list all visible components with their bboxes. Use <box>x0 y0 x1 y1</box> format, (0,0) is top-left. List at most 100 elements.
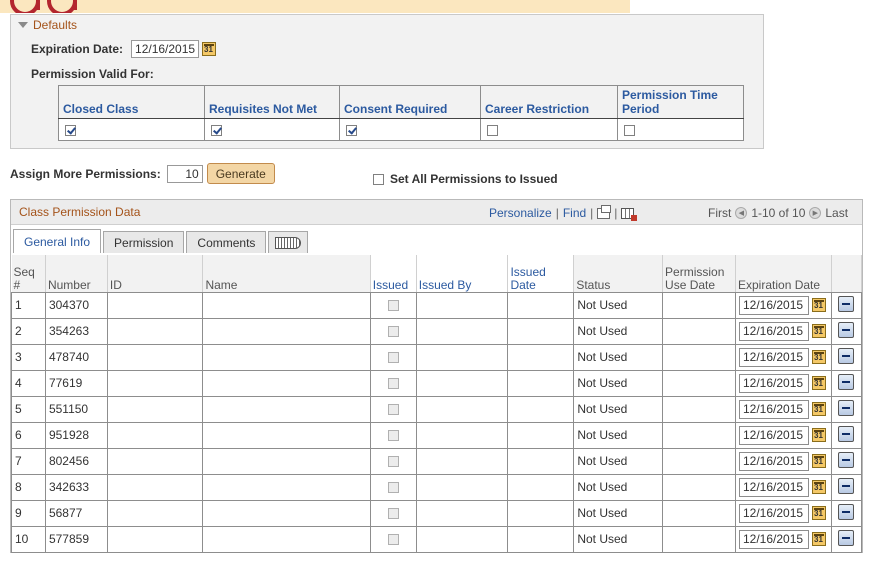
collapse-triangle-icon[interactable] <box>18 22 28 28</box>
calendar-icon[interactable] <box>812 298 826 312</box>
number-cell: 577859 <box>44 525 108 553</box>
closed-class-checkbox[interactable] <box>65 124 76 136</box>
id-cell <box>106 369 204 397</box>
delete-row-button[interactable] <box>838 347 855 364</box>
permission-count-input[interactable] <box>166 164 203 183</box>
delete-row-button[interactable] <box>838 373 855 390</box>
calendar-icon[interactable] <box>812 532 826 546</box>
last-link[interactable]: Last <box>825 206 848 220</box>
seq-cell: 7 <box>11 447 46 475</box>
table-row: 2 354263 Not Used <box>11 317 863 345</box>
calendar-icon[interactable] <box>812 428 826 442</box>
defaults-header[interactable]: Defaults <box>18 18 77 32</box>
expiration-date-input[interactable] <box>739 529 809 549</box>
career-restriction-checkbox[interactable] <box>487 124 498 136</box>
issued-date-cell <box>507 473 575 501</box>
first-link[interactable]: First <box>708 206 731 220</box>
number-cell: 478740 <box>44 343 108 371</box>
calendar-icon[interactable] <box>812 376 826 390</box>
tab-show-all-columns[interactable] <box>268 231 309 253</box>
calendar-icon[interactable] <box>812 454 826 468</box>
status-cell: Not Used <box>573 317 664 345</box>
expiration-date-input[interactable] <box>739 477 809 497</box>
name-cell <box>202 395 371 423</box>
seq-cell: 2 <box>11 317 46 345</box>
consent-required-checkbox[interactable] <box>346 124 357 136</box>
issued-checkbox[interactable] <box>387 508 399 520</box>
issued-checkbox[interactable] <box>387 456 399 468</box>
table-row: 10 577859 Not Used <box>11 525 863 553</box>
col-career-restriction: Career Restriction <box>480 85 618 119</box>
expiration-date-input[interactable] <box>739 347 809 367</box>
permission-time-period-checkbox[interactable] <box>624 124 635 136</box>
delete-row-button[interactable] <box>838 477 855 494</box>
number-cell: 951928 <box>44 421 108 449</box>
expiration-date-input[interactable] <box>739 373 809 393</box>
delete-row-button[interactable] <box>838 529 855 546</box>
calendar-icon[interactable] <box>202 42 217 56</box>
permission-use-date-cell <box>662 395 736 423</box>
name-cell <box>202 473 371 501</box>
delete-row-button[interactable] <box>838 321 855 338</box>
permission-use-date-cell <box>662 421 736 449</box>
expiration-date-input[interactable] <box>739 321 809 341</box>
previous-arrow-icon[interactable]: ◀ <box>735 207 748 219</box>
expiration-date-input[interactable] <box>739 503 809 523</box>
grid-title: Class Permission Data <box>19 205 141 219</box>
col-issued-by: Issued By <box>416 255 509 293</box>
seq-cell: 8 <box>11 473 46 501</box>
find-link[interactable]: Find <box>563 206 586 220</box>
col-closed-class: Closed Class <box>58 85 205 119</box>
name-cell <box>202 317 371 345</box>
issued-checkbox[interactable] <box>387 352 399 364</box>
set-all-issued-checkbox[interactable] <box>373 173 384 185</box>
default-expiration-date-input[interactable] <box>131 40 200 58</box>
download-to-excel-icon[interactable] <box>621 207 638 221</box>
issued-date-cell <box>507 369 575 397</box>
delete-row-button[interactable] <box>838 295 855 312</box>
expiration-date-input[interactable] <box>739 451 809 471</box>
delete-row-button[interactable] <box>838 503 855 520</box>
delete-row-button[interactable] <box>838 451 855 468</box>
issued-checkbox[interactable] <box>387 430 399 442</box>
show-all-columns-icon[interactable] <box>275 236 302 249</box>
calendar-icon[interactable] <box>812 506 826 520</box>
issued-checkbox[interactable] <box>387 378 399 390</box>
grid-header-bar: Class Permission Data Personalize | Find… <box>11 200 862 225</box>
delete-row-button[interactable] <box>838 425 855 442</box>
personalize-link[interactable]: Personalize <box>489 206 552 220</box>
calendar-icon[interactable] <box>812 324 826 338</box>
name-cell <box>202 421 371 449</box>
delete-row-button[interactable] <box>838 399 855 416</box>
calendar-icon[interactable] <box>812 480 826 494</box>
issued-checkbox[interactable] <box>387 534 399 546</box>
tab-general-info[interactable]: General Info <box>13 229 102 253</box>
issued-by-cell <box>415 447 509 475</box>
next-arrow-icon[interactable]: ▶ <box>809 207 822 219</box>
status-cell: Not Used <box>573 499 664 527</box>
generate-button[interactable]: Generate <box>206 163 275 184</box>
tab-permission[interactable]: Permission <box>103 231 185 253</box>
expiration-date-input[interactable] <box>739 399 809 419</box>
seq-cell: 10 <box>11 525 46 553</box>
issued-by-cell <box>415 291 509 319</box>
issued-checkbox[interactable] <box>387 404 399 416</box>
tab-comments[interactable]: Comments <box>186 231 267 253</box>
defaults-section: Defaults Expiration Date: Permission Val… <box>10 14 764 149</box>
calendar-icon[interactable] <box>812 402 826 416</box>
issued-checkbox[interactable] <box>387 482 399 494</box>
permission-use-date-cell <box>662 525 736 553</box>
calendar-icon[interactable] <box>812 350 826 364</box>
view-all-new-window-icon[interactable] <box>597 204 612 219</box>
grid-tabs: General Info Permission Comments <box>13 229 310 253</box>
permission-data-table: Seq # Number ID Name Issued Issued By Is… <box>11 255 863 553</box>
expiration-date-input[interactable] <box>739 295 809 315</box>
issued-checkbox[interactable] <box>387 326 399 338</box>
requisites-not-met-checkbox[interactable] <box>211 124 222 136</box>
issued-checkbox[interactable] <box>387 300 399 312</box>
permission-valid-for-label: Permission Valid For: <box>31 67 154 81</box>
expiration-date-input[interactable] <box>739 425 809 445</box>
table-row: 5 551150 Not Used <box>11 395 863 423</box>
number-cell: 802456 <box>44 447 108 475</box>
table-row: 6 951928 Not Used <box>11 421 863 449</box>
